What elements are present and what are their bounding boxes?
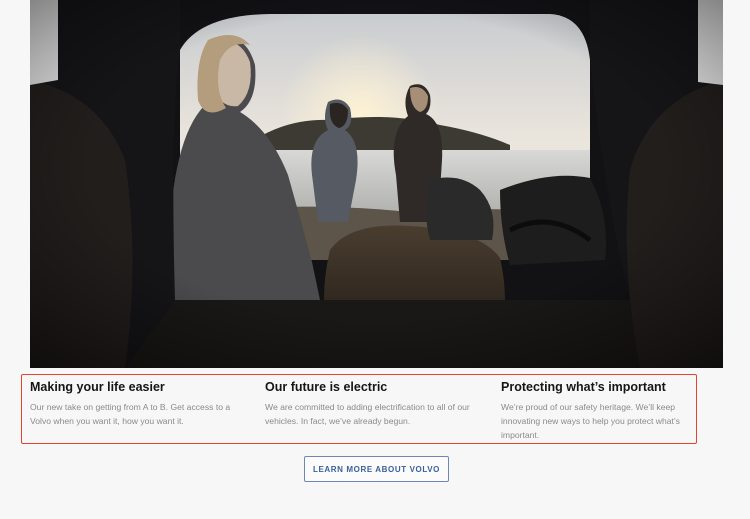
hero-image	[30, 0, 723, 368]
page: Making your life easier Our new take on …	[0, 0, 750, 519]
learn-more-button-label: LEARN MORE ABOUT VOLVO	[313, 464, 440, 474]
feature-body: Our new take on getting from A to B. Get…	[30, 402, 231, 426]
hero-photo-illustration	[30, 0, 723, 368]
feature-body: We are committed to adding electrificati…	[265, 402, 470, 426]
feature-body: We’re proud of our safety heritage. We’l…	[501, 402, 680, 440]
feature-section: Making your life easier Our new take on …	[21, 374, 697, 444]
feature-protecting-important: Protecting what’s important We’re proud …	[501, 379, 696, 442]
feature-future-electric: Our future is electric We are committed …	[265, 379, 490, 428]
learn-more-about-volvo-button[interactable]: LEARN MORE ABOUT VOLVO	[304, 456, 449, 482]
feature-title: Protecting what’s important	[501, 380, 666, 394]
feature-title: Our future is electric	[265, 380, 388, 394]
feature-title: Making your life easier	[30, 380, 165, 394]
feature-making-life-easier: Making your life easier Our new take on …	[30, 379, 250, 428]
